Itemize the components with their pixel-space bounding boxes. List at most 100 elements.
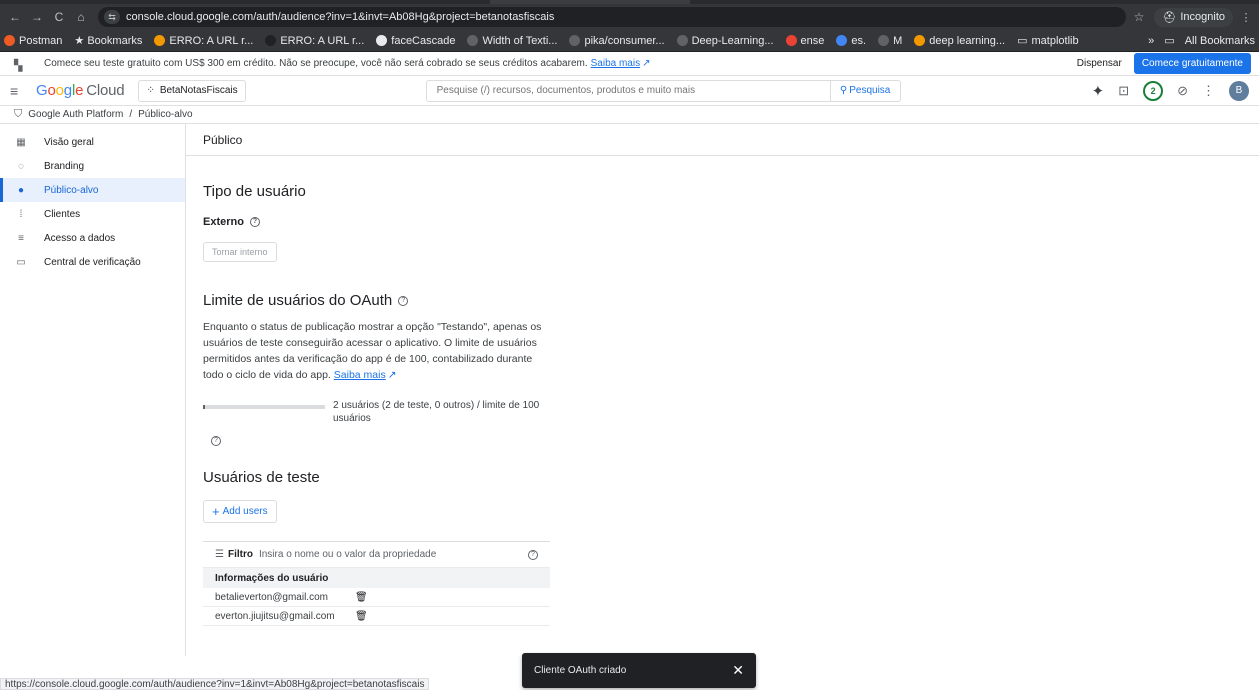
project-selector[interactable]: ⁘ BetaNotasFiscais (138, 79, 246, 102)
filter-input[interactable]: Insira o nome ou o valor da propriedade (259, 549, 436, 560)
help-icon[interactable]: ⊘ (1177, 83, 1188, 99)
sidebar-item-clientes[interactable]: ⁞ Clientes (0, 202, 185, 226)
bookmark-item[interactable]: es. (836, 35, 866, 47)
active-tab[interactable] (490, 0, 690, 4)
bookmark-item[interactable]: Width of Texti... (467, 35, 557, 47)
bookmark-label: deep learning... (929, 34, 1006, 47)
gift-icon: ▚ (14, 59, 23, 72)
cloud-shell-icon[interactable]: ⊡ (1118, 83, 1129, 99)
bookmark-label: matplotlib (1031, 34, 1079, 47)
browser-menu-icon[interactable]: ⋮ (1239, 11, 1253, 24)
sidebar-item-publico-alvo[interactable]: ● Público-alvo (0, 178, 185, 202)
bookmark-label: Width of Texti... (482, 34, 558, 47)
start-free-button[interactable]: Comece gratuitamente (1133, 53, 1251, 74)
sidebar-item-icon: ▦ (16, 136, 26, 148)
breadcrumb-separator: / (129, 109, 133, 120)
usage-bar-fill (203, 405, 206, 409)
breadcrumb: ⛉ Google Auth Platform / Público-alvo (0, 106, 1259, 124)
project-icon: ⁘ (146, 85, 155, 96)
avatar[interactable]: B (1229, 80, 1249, 101)
bookmark-item[interactable]: ▭ matplotlib (1017, 34, 1079, 48)
oauth-learn-more-link[interactable]: Saiba mais (334, 369, 386, 381)
gemini-sparkle-icon[interactable]: ✦ (1092, 82, 1105, 100)
url-text[interactable]: console.cloud.google.com/auth/audience?i… (126, 11, 554, 23)
delete-icon[interactable]: 🗑 (355, 611, 368, 622)
sidebar-item-central-de-verificacao[interactable]: ▭ Central de verificação (0, 250, 185, 274)
back-icon[interactable]: ← (6, 8, 24, 26)
bookmark-label: ★ Bookmarks (74, 35, 143, 47)
notifications-icon[interactable]: 2 (1143, 80, 1164, 101)
breadcrumb-root[interactable]: Google Auth Platform (28, 109, 123, 120)
trial-banner: ▚ Comece seu teste gratuito com US$ 300 … (0, 52, 1259, 76)
reload-icon[interactable]: C (50, 8, 68, 26)
bookmark-star-icon[interactable]: ☆ (1134, 10, 1145, 24)
more-options-icon[interactable]: ⋮ (1202, 83, 1215, 99)
bookmark-item[interactable]: Postman (4, 35, 62, 47)
dismiss-button[interactable]: Dispensar (1077, 58, 1122, 69)
sidebar: ▦ Visão geral ◌ Branding ● Público-alvo ⁞ Clien… (0, 124, 186, 656)
usage-indicator: 2 usuários (2 de teste, 0 outros) / limi… (203, 399, 1259, 425)
bookmark-item[interactable]: pika/consumer... (569, 34, 665, 47)
external-link-icon: ↗ (387, 369, 397, 381)
bookmark-label: ERRO: A URL r... (280, 34, 365, 47)
incognito-icon: ⛑ (1162, 11, 1177, 24)
sidebar-item-label: Visão geral (44, 136, 94, 148)
oauth-limit-heading: Limite de usuários do OAuth? (203, 292, 1259, 309)
bookmark-label: M (893, 34, 903, 47)
bookmark-item[interactable]: ERRO: A URL r... (265, 35, 364, 47)
bookmark-label: Deep-Learning... (691, 34, 774, 47)
forward-icon[interactable]: → (28, 8, 46, 26)
home-icon[interactable]: ⌂ (72, 8, 90, 26)
all-bookmarks[interactable]: All Bookmarks (1185, 35, 1255, 47)
plus-icon: + (212, 503, 220, 519)
add-users-button[interactable]: + Add users (203, 500, 277, 523)
sidebar-item-label: Branding (44, 160, 85, 172)
sidebar-item-icon: ◌ (18, 160, 24, 172)
shield-icon: ⛉ (14, 108, 23, 120)
sidebar-item-acesso-a-dados[interactable]: ≡ Acesso a dados (0, 226, 185, 250)
bookmark-item[interactable]: faceCascade (376, 35, 455, 47)
google-cloud-logo[interactable]: Google Cloud (36, 82, 125, 99)
help-icon[interactable]: ? (211, 436, 221, 447)
usage-text: 2 usuários (2 de teste, 0 outros) / limi… (333, 400, 540, 424)
bookmark-item[interactable]: ★ Bookmarks (74, 34, 142, 47)
site-info-icon[interactable]: ⇆ (104, 10, 120, 24)
more-bookmarks-icon[interactable]: » (1148, 35, 1154, 47)
bookmark-item[interactable]: deep learning... (914, 35, 1005, 47)
sidebar-item-icon: ● (17, 184, 25, 196)
test-users-heading: Usuários de teste (203, 469, 320, 486)
filter-row[interactable]: ☰ Filtro Insira o nome ou o valor da pro… (203, 542, 550, 568)
add-users-label: Add users (222, 506, 268, 517)
bookmark-favicon-icon (376, 35, 388, 46)
help-icon[interactable]: ? (249, 217, 260, 228)
bookmark-item[interactable]: ERRO: A URL r... (154, 35, 253, 47)
sidebar-item-visao-geral[interactable]: ▦ Visão geral (0, 130, 185, 154)
make-internal-button[interactable]: Tornar interno (203, 242, 277, 262)
search-button[interactable]: ⚲ Pesquisa (830, 79, 901, 102)
address-bar: ← → C ⌂ ⇆ console.cloud.google.com/auth/… (0, 4, 1259, 30)
toast-message: Cliente OAuth criado (534, 665, 627, 676)
delete-icon[interactable]: 🗑 (355, 592, 368, 603)
bookmark-item[interactable]: ense (785, 35, 824, 47)
user-email: everton.jiujitsu@gmail.com (215, 610, 335, 622)
incognito-badge[interactable]: ⛑ Incognito (1154, 7, 1233, 27)
close-icon[interactable]: ✕ (732, 662, 744, 679)
banner-learn-more-link[interactable]: Saiba mais (591, 58, 640, 69)
help-icon[interactable]: ? (398, 296, 409, 307)
sidebar-item-branding[interactable]: ◌ Branding (0, 154, 185, 178)
bookmark-label: es. (851, 34, 867, 47)
search-input[interactable] (425, 79, 831, 102)
oauth-description: Enquanto o status de publicação mostrar … (203, 319, 553, 383)
bookmark-item[interactable]: Deep-Learning... (676, 34, 774, 47)
bookmark-favicon-icon (154, 35, 166, 46)
search-icon: ⚲ (839, 85, 848, 96)
hamburger-menu-icon[interactable]: ≡ (10, 83, 30, 99)
help-icon[interactable]: ? (528, 549, 538, 560)
banner-text: Comece seu teste gratuito com US$ 300 em… (44, 58, 588, 69)
omnibox[interactable]: ⇆ console.cloud.google.com/auth/audience… (98, 7, 1126, 27)
bookmark-label: pika/consumer... (584, 34, 665, 47)
incognito-label: Incognito (1180, 11, 1225, 23)
bookmark-item[interactable]: M (878, 35, 902, 47)
page-title: Público (186, 124, 1259, 156)
bookmark-label: Postman (19, 34, 63, 47)
